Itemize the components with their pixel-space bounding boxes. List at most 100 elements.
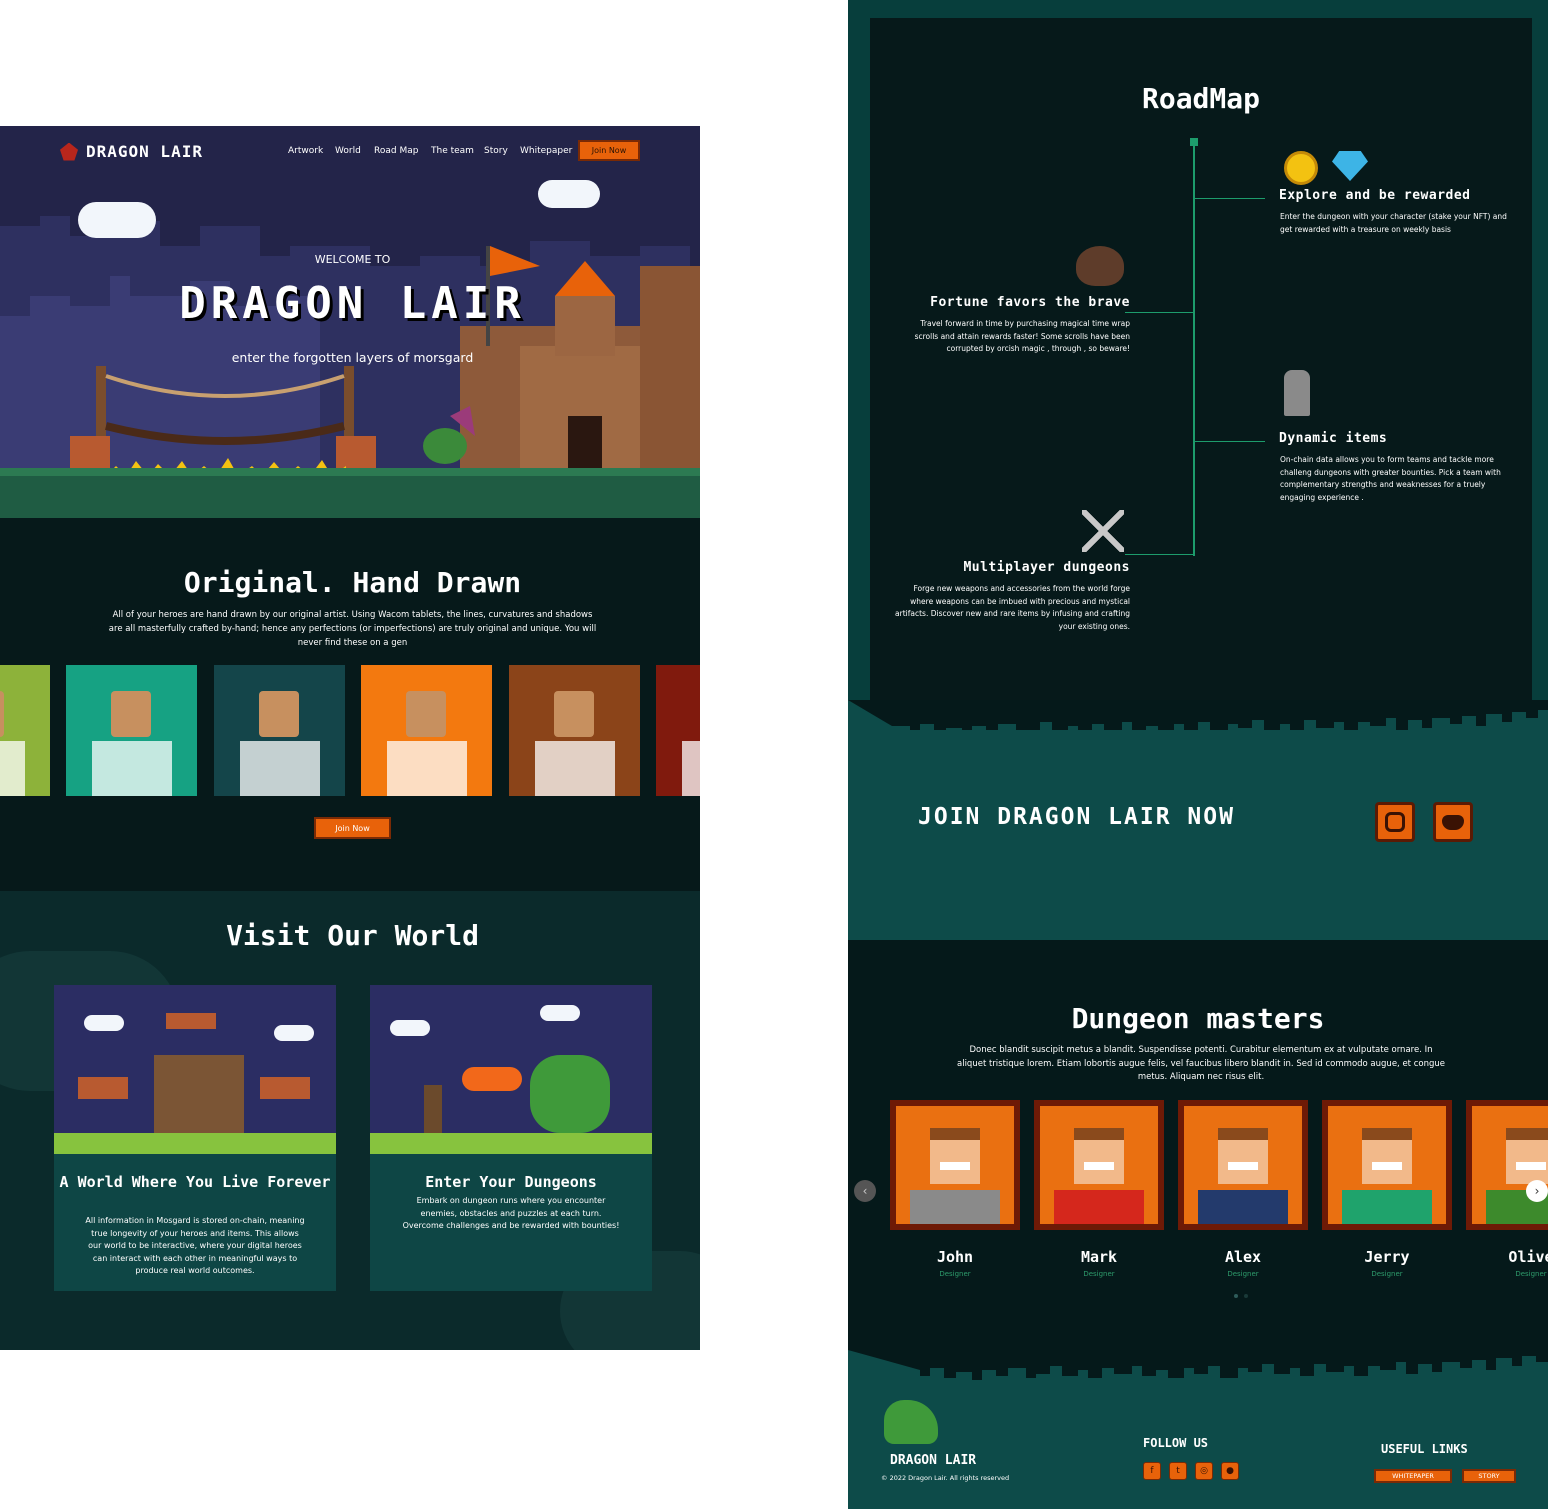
twitter-button[interactable]: t: [1169, 1462, 1187, 1480]
brand-logo[interactable]: DRAGON LAIR: [60, 142, 203, 161]
character-head: [0, 691, 4, 737]
world-card-text: All information in Mosgard is stored on-…: [85, 1216, 305, 1275]
nav-item-story[interactable]: Story: [484, 146, 508, 156]
master-role: Designer: [1371, 1270, 1403, 1278]
landing-page-top: DRAGON LAIR Artwork World Road Map The t…: [0, 126, 700, 1350]
follow-us-heading: FOLLOW US: [1143, 1436, 1209, 1450]
carousel-dot[interactable]: [1234, 1294, 1238, 1298]
dragon-logo-icon: [60, 142, 78, 161]
roadmap-item-text: On-chain data allows you to form teams a…: [1280, 455, 1501, 502]
instagram-button[interactable]: [1375, 802, 1415, 842]
footer-copyright: © 2022 Dragon Lair. All rights reserved: [881, 1474, 1010, 1482]
roadmap-timeline: [1193, 142, 1195, 556]
hero-artwork-tile[interactable]: [509, 665, 640, 796]
character-body: [682, 741, 700, 796]
world-card-forever[interactable]: A World Where You Live Forever All infor…: [54, 985, 336, 1291]
chevron-right-icon: ›: [1534, 1184, 1540, 1198]
master-name: John: [936, 1248, 974, 1266]
world-card-text: Embark on dungeon runs where you encount…: [402, 1196, 620, 1230]
character-body: [0, 741, 25, 796]
pixel-grass-border: [848, 700, 1548, 730]
join-now-button[interactable]: Join Now: [314, 817, 391, 839]
gold-coin-icon: [1284, 151, 1318, 185]
knight-icon: [1284, 370, 1310, 416]
hero-title: DRAGON LAIR: [179, 278, 526, 329]
character-head: [406, 691, 446, 737]
carousel-prev-button[interactable]: ‹: [854, 1180, 876, 1202]
roadmap-title: RoadMap: [1141, 82, 1260, 115]
master-role: Designer: [1227, 1270, 1259, 1278]
hero-section: DRAGON LAIR Artwork World Road Map The t…: [0, 126, 700, 518]
footer: DRAGON LAIR © 2022 Dragon Lair. All righ…: [848, 1350, 1548, 1509]
timeline-node: [1190, 138, 1198, 146]
roadmap-item-title: Fortune favors the brave: [930, 295, 1130, 310]
instagram-button[interactable]: ◎: [1195, 1462, 1213, 1480]
nav-item-artwork[interactable]: Artwork: [288, 146, 323, 156]
world-card-dungeons[interactable]: Enter Your Dungeons Embark on dungeon ru…: [370, 985, 652, 1291]
diamond-icon: [1332, 151, 1368, 181]
master-name: Mark: [1080, 1248, 1118, 1266]
master-card[interactable]: [890, 1100, 1020, 1230]
roadmap-item-title: Explore and be rewarded: [1279, 188, 1471, 203]
master-name: Alex: [1224, 1248, 1262, 1266]
master-name: Olive: [1508, 1248, 1548, 1266]
character-body: [387, 741, 467, 796]
nav-item-world[interactable]: World: [335, 146, 361, 156]
character-body: [535, 741, 615, 796]
roadmap-item-title: Multiplayer dungeons: [963, 560, 1130, 575]
master-role: Designer: [1083, 1270, 1115, 1278]
artwork-title: Original. Hand Drawn: [183, 566, 522, 599]
character-head: [259, 691, 299, 737]
hero-artwork-tile[interactable]: [214, 665, 345, 796]
join-title: JOIN DRAGON LAIR NOW: [918, 804, 1235, 830]
artwork-section: Original. Hand Drawn All of your heroes …: [0, 518, 700, 891]
chevron-left-icon: ‹: [862, 1184, 868, 1198]
roadmap-section: RoadMap Explore and be rewarded Enter th…: [848, 0, 1548, 700]
character-head: [111, 691, 151, 737]
master-card[interactable]: [1322, 1100, 1452, 1230]
carousel-dot[interactable]: [1244, 1294, 1248, 1298]
roadmap-item-text: Travel forward in time by purchasing mag…: [914, 319, 1130, 353]
dragon-battle-illustration: [370, 985, 652, 1154]
master-portrait: [1472, 1106, 1548, 1224]
timeline-connector: [1195, 198, 1265, 199]
crossed-swords-icon: [1082, 510, 1124, 552]
twitter-icon: t: [1176, 1466, 1180, 1476]
whitepaper-link[interactable]: WHITEPAPER: [1374, 1469, 1452, 1483]
character-body: [92, 741, 172, 796]
cloud-decoration: [538, 180, 600, 208]
hero-artwork-tile[interactable]: [361, 665, 492, 796]
master-card[interactable]: [1034, 1100, 1164, 1230]
master-name: Jerry: [1364, 1248, 1410, 1266]
timeline-connector: [1195, 441, 1265, 442]
master-portrait: [1328, 1106, 1446, 1224]
pixel-grass-border: [848, 1350, 1548, 1380]
masters-title: Dungeon masters: [1071, 1002, 1325, 1035]
master-card[interactable]: [1178, 1100, 1308, 1230]
master-portrait: [1040, 1106, 1158, 1224]
landing-page-bottom: RoadMap Explore and be rewarded Enter th…: [848, 0, 1548, 1509]
discord-button[interactable]: ●: [1221, 1462, 1239, 1480]
master-card[interactable]: [1466, 1100, 1548, 1230]
carousel-next-button[interactable]: ›: [1526, 1180, 1548, 1202]
nav-item-the-team[interactable]: The team: [431, 146, 474, 156]
useful-links-heading: USEFUL LINKS: [1381, 1442, 1468, 1456]
join-now-nav-button[interactable]: Join Now: [578, 140, 640, 161]
roadmap-item-title: Dynamic items: [1279, 431, 1388, 446]
dragon-logo-icon: [884, 1400, 938, 1444]
master-role: Designer: [1515, 1270, 1547, 1278]
discord-icon: ●: [1226, 1466, 1234, 1476]
world-title: Visit Our World: [226, 919, 479, 952]
hero-artwork-tile[interactable]: [656, 665, 700, 796]
character-body: [240, 741, 320, 796]
nav-item-road-map[interactable]: Road Map: [374, 146, 418, 156]
facebook-button[interactable]: f: [1143, 1462, 1161, 1480]
masters-description: Donec blandit suscipit metus a blandit. …: [957, 1045, 1445, 1082]
nav-item-whitepaper[interactable]: Whitepaper: [520, 146, 572, 156]
dungeon-masters-section: Dungeon masters Donec blandit suscipit m…: [848, 940, 1548, 1350]
hero-artwork-tile[interactable]: [66, 665, 197, 796]
discord-button[interactable]: [1433, 802, 1473, 842]
story-link[interactable]: STORY: [1462, 1469, 1516, 1483]
hero-artwork-tile[interactable]: [0, 665, 50, 796]
master-portrait: [896, 1106, 1014, 1224]
